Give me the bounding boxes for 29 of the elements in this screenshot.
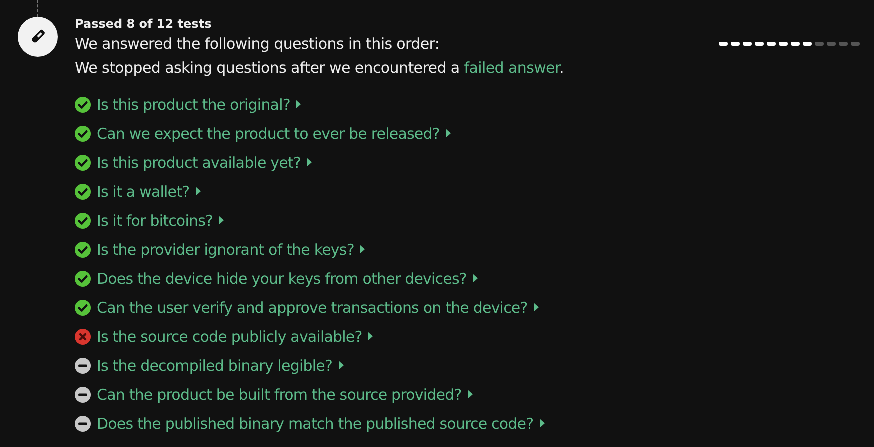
question-link[interactable]: Can the user verify and approve transactions on the device? [97,298,528,316]
expand-icon[interactable] [367,331,374,342]
question-link[interactable]: Is the source code publicly available? [97,328,362,346]
question-link[interactable]: Is the provider ignorant of the keys? [97,240,354,258]
question-link[interactable]: Is this product available yet? [97,154,302,172]
expand-icon[interactable] [295,99,302,110]
question-link[interactable]: Is it for bitcoins? [97,212,214,230]
test-tube-icon [18,17,58,57]
expand-icon[interactable] [444,128,452,139]
expand-icon[interactable] [472,273,479,284]
failed-answer-link[interactable]: failed answer [464,59,560,77]
expand-icon[interactable] [532,302,540,313]
expand-icon[interactable] [466,389,474,400]
expand-icon[interactable] [194,186,202,197]
expand-icon[interactable] [306,157,314,168]
test-summary: Passed 8 of 12 tests [75,16,213,32]
expand-icon[interactable] [359,244,366,255]
question-link[interactable]: Is it a wallet? [97,182,190,200]
question-link[interactable]: Is the decompiled binary legible? [97,356,333,374]
stop-note: We stopped asking questions after we encountered a failed answer. [75,58,564,79]
question-link[interactable]: Does the device hide your keys from other devices? [97,270,467,288]
expand-icon[interactable] [538,418,546,429]
question-link[interactable]: Does the published binary match the published source code? [97,414,534,432]
question-link[interactable]: Can the product be built from the source provided? [97,386,462,404]
question-link[interactable]: Can we expect the product to ever be released? [97,124,440,142]
expand-icon[interactable] [338,360,345,371]
intro-text: We answered the following questions in this order: [75,34,441,55]
question-link[interactable]: Is this product the original? [97,96,290,114]
expand-icon[interactable] [218,215,226,226]
